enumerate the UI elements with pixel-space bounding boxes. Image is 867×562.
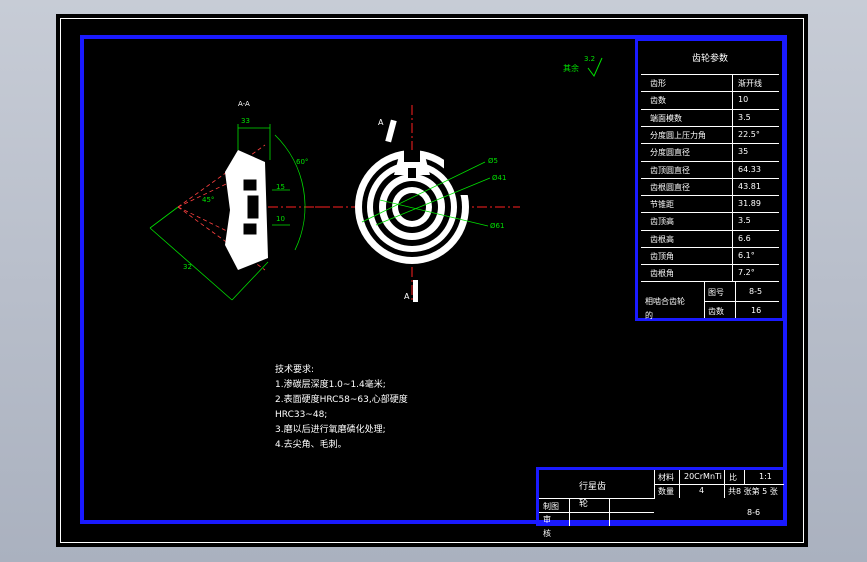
dim-33: 33	[241, 117, 250, 125]
param-value: 6.1°	[738, 251, 755, 260]
param-row: 齿形 渐开线	[641, 74, 779, 92]
param-value: 22.5°	[738, 129, 760, 139]
param-value: 31.89	[738, 199, 761, 209]
qty-label: 数量	[658, 487, 674, 496]
check-label: 核	[543, 529, 551, 538]
param-row: 齿根角 7.2°	[641, 264, 779, 283]
param-key: 齿顶圆直径	[650, 165, 690, 175]
param-value: 3.5	[738, 216, 751, 226]
param-row: 齿数 10	[641, 91, 779, 110]
param-row: 齿顶高 3.5	[641, 212, 779, 231]
param-key: 分度圆上压力角	[650, 130, 706, 140]
section-body	[225, 150, 268, 270]
param-value: 10	[738, 95, 749, 105]
notes-line-1: 1.渗碳层深度1.0~1.4毫米;	[275, 380, 386, 390]
param-row: 分度圆直径 35	[641, 143, 779, 162]
drawn-label: 制图	[543, 502, 559, 511]
param-row: 齿顶角 6.1°	[641, 247, 779, 265]
param-key: 齿根高	[650, 234, 674, 244]
mating-teeth-label: 齿数	[708, 307, 724, 316]
section-label: A-A	[238, 100, 250, 108]
mating-sub: 的	[645, 311, 653, 320]
phi-41: Ø41	[492, 174, 507, 182]
param-row: 端面模数 3.5	[641, 108, 779, 127]
sheet-info: 共8 张第 5 张	[728, 487, 778, 496]
param-row: 齿根圆直径 43.81	[641, 177, 779, 196]
quantity: 4	[699, 486, 705, 495]
angle-60: 60°	[296, 158, 309, 166]
cut-arrow-top	[385, 119, 397, 143]
param-value: 渐开线	[738, 79, 762, 88]
param-value: 6.6	[738, 233, 751, 243]
param-row: 节锥距 31.89	[641, 195, 779, 214]
scale-label: 比	[729, 473, 737, 482]
mating-drawing-no-label: 图号	[708, 288, 724, 297]
gear-parameter-table: 齿轮参数 齿形 渐开线齿数 10 端面模数 3.5 分度圆上压力角 22.5° 分度圆直径 35…	[635, 38, 785, 321]
dim-12: 12	[250, 202, 259, 210]
mating-label: 相啮合齿轮	[645, 297, 685, 306]
param-table-title: 齿轮参数	[691, 54, 728, 64]
phi-5: Ø5	[488, 157, 498, 165]
cut-arrow-bottom	[413, 280, 418, 302]
param-key: 齿顶高	[650, 217, 674, 227]
dim-10: 10	[276, 215, 285, 223]
param-row: 齿根高 6.6	[641, 229, 779, 248]
param-key: 节锥距	[650, 200, 674, 210]
param-key: 齿数	[650, 96, 666, 106]
notes-line-5: 4.去尖角、毛刺。	[275, 440, 347, 450]
angle-45: 45°	[202, 196, 215, 204]
param-row: 分度圆上压力角 22.5°	[641, 125, 779, 144]
param-key: 齿顶角	[650, 252, 674, 261]
title-block: 行星齿 轮 材料 20CrMnTi 比 1:1 数量 4 共8 张第 5 张 制…	[536, 467, 787, 538]
dim-15: 15	[276, 183, 285, 191]
mating-drawing-no: 8-5	[749, 287, 763, 296]
scale: 1:1	[759, 472, 772, 481]
dim-32: 32	[183, 263, 192, 271]
param-key: 端面模数	[650, 113, 682, 123]
param-value: 64.33	[738, 164, 761, 174]
mating-teeth: 16	[751, 306, 762, 315]
param-key: 分度圆直径	[650, 148, 690, 158]
roughness-note: 其余	[563, 64, 579, 73]
material-label: 材料	[658, 473, 674, 482]
roughness-value: 3.2	[584, 55, 596, 63]
param-key: 齿形	[650, 79, 666, 88]
param-value: 3.5	[738, 112, 751, 122]
param-key: 齿根角	[650, 269, 674, 279]
mating-gear-block: 相啮合齿轮 的 图号 8-5 齿数 16	[641, 281, 779, 320]
review-label: 审	[543, 515, 551, 524]
notes-title: 技术要求:	[275, 365, 315, 375]
drawing-number: 8-6	[747, 508, 761, 517]
phi-61: Ø61	[490, 222, 505, 230]
part-name: 行星齿	[579, 482, 607, 492]
param-value: 7.2°	[738, 268, 755, 278]
notes-line-4: 3.磨以后进行氧磨磷化处理;	[275, 425, 386, 435]
front-view	[355, 119, 491, 302]
material: 20CrMnTi	[684, 472, 722, 481]
param-value: 43.81	[738, 181, 761, 191]
cut-label-bottom: A	[404, 292, 410, 301]
cut-label-top: A	[378, 118, 384, 127]
section-view	[149, 124, 306, 301]
notes-line-3: HRC33~48;	[275, 410, 328, 420]
section-dimensions	[149, 124, 306, 301]
notes-line-2: 2.表面硬度HRC58~63,心部硬度	[275, 395, 408, 405]
param-value: 35	[738, 147, 749, 157]
technical-requirements: 技术要求: 1.渗碳层深度1.0~1.4毫米; 2.表面硬度HRC58~63,心…	[275, 363, 408, 453]
param-row: 齿顶圆直径 64.33	[641, 160, 779, 179]
param-key: 齿根圆直径	[650, 182, 690, 192]
